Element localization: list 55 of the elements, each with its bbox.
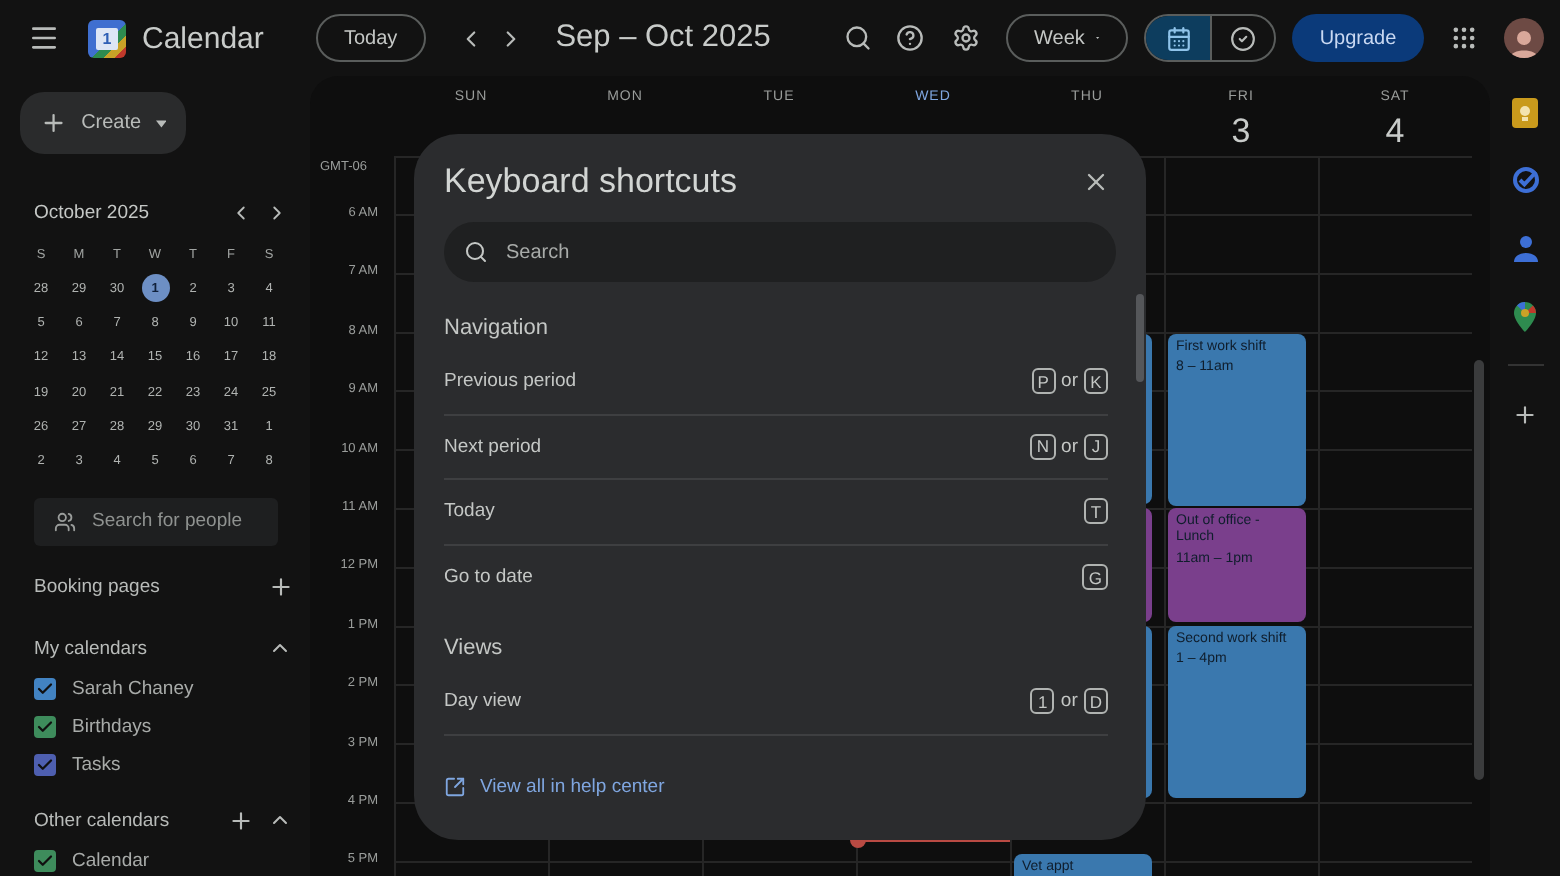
section-title: My calendars <box>34 637 149 660</box>
today-button[interactable]: Today <box>316 14 426 62</box>
section-heading: Views <box>444 634 505 664</box>
key-separator: or <box>1061 435 1078 458</box>
calendar-logo: 1 <box>88 19 126 57</box>
add-icon[interactable] <box>266 572 294 601</box>
day-number[interactable]: 3 <box>1231 112 1251 152</box>
key-separator: or <box>1060 690 1078 713</box>
section-heading: Navigation <box>444 314 550 344</box>
shortcut-search-field[interactable]: Search <box>444 222 1116 282</box>
key-cap: N <box>1030 433 1056 460</box>
caret-icon <box>155 119 166 128</box>
search-icon <box>464 240 488 264</box>
calendar-icon <box>1165 25 1191 51</box>
calendar-checkbox[interactable] <box>34 715 56 738</box>
key-cap: G <box>1082 564 1108 591</box>
month-title: October 2025 <box>34 201 152 224</box>
shortcut-label: Go to date <box>444 566 533 589</box>
calendar-view-tab[interactable] <box>1146 16 1210 60</box>
dialog-title: Keyboard shortcuts <box>444 162 737 202</box>
key-cap: P <box>1031 368 1056 395</box>
shortcut-label: Previous period <box>444 370 577 393</box>
calendar-checkbox[interactable] <box>34 753 56 776</box>
calendar-name: Calendar <box>72 849 150 872</box>
scrollbar[interactable] <box>1136 294 1144 382</box>
key-cap: K <box>1084 368 1108 395</box>
app-name: Calendar <box>142 21 266 55</box>
external-link-icon <box>444 775 466 797</box>
shortcut-label: Day view <box>444 690 522 713</box>
section-title: Booking pages <box>34 575 162 598</box>
check-circle-icon <box>1230 25 1256 51</box>
people-icon <box>54 510 76 533</box>
date-range: Sep – Oct 2025 <box>555 20 771 56</box>
upgrade-button[interactable]: Upgrade <box>1292 14 1424 62</box>
help-center-link[interactable]: View all in help center <box>444 775 665 797</box>
calendar-checkbox[interactable] <box>34 849 56 872</box>
calendar-checkbox[interactable] <box>34 677 56 700</box>
key-cap: D <box>1083 688 1108 715</box>
shortcut-label: Today <box>444 500 495 523</box>
shortcut-label: Next period <box>444 435 542 458</box>
calendar-name: Sarah Chaney <box>72 677 194 700</box>
section-title: Other calendars <box>34 809 172 832</box>
key-cap: T <box>1084 498 1108 525</box>
add-icon[interactable] <box>226 806 254 835</box>
calendar-name: Birthdays <box>72 715 152 738</box>
avatar[interactable] <box>1504 18 1544 58</box>
calendar-name: Tasks <box>72 753 121 776</box>
scrollbar[interactable] <box>1474 360 1484 780</box>
create-button[interactable]: Create <box>20 92 186 155</box>
key-cap: 1 <box>1030 688 1055 715</box>
view-select[interactable]: Week <box>1006 14 1128 62</box>
day-number[interactable]: 4 <box>1385 112 1405 152</box>
key-cap: J <box>1084 433 1108 460</box>
key-separator: or <box>1061 370 1078 393</box>
people-search-field[interactable]: Search for people <box>34 497 278 546</box>
